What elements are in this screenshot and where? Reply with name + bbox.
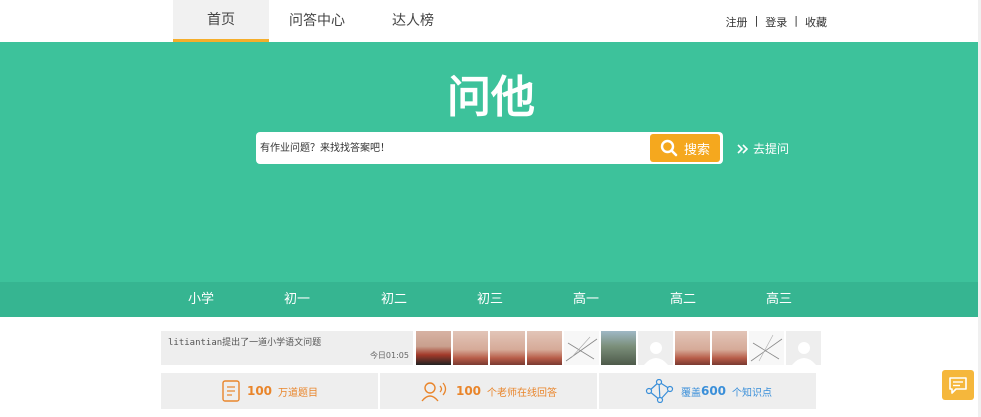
- stat-teachers-label: 个老师在线回答: [487, 387, 558, 399]
- stat-teachers: 100 个老师在线回答: [380, 373, 597, 409]
- question-thumbnail[interactable]: [712, 331, 747, 365]
- user-avatar-icon: [791, 342, 816, 365]
- person-speaking-icon: [421, 382, 447, 402]
- stat-questions: 100 万道题目: [161, 373, 378, 409]
- search-input[interactable]: [260, 138, 645, 158]
- geometry-diagram-icon: [750, 334, 783, 362]
- activity-time: 今日01:05: [369, 351, 409, 360]
- grade-primary[interactable]: 小学: [171, 282, 231, 317]
- activity-text: litiantian提出了一道小学语文问题: [168, 338, 322, 348]
- search-icon: [660, 139, 678, 157]
- grade-8[interactable]: 初二: [364, 282, 424, 317]
- link-separator: |: [794, 14, 798, 27]
- grade-12[interactable]: 高三: [749, 282, 809, 317]
- stat-knowledge-label: 个知识点: [732, 387, 773, 399]
- tab-home[interactable]: 首页: [173, 0, 269, 42]
- register-link[interactable]: 注册: [726, 14, 748, 30]
- stat-knowledge-prefix: 覆盖: [680, 387, 701, 399]
- user-avatar-icon: [643, 342, 668, 365]
- login-link[interactable]: 登录: [765, 14, 787, 30]
- ask-question-label: 去提问: [753, 142, 790, 156]
- grade-9[interactable]: 初三: [460, 282, 520, 317]
- stat-questions-number: 100: [246, 384, 273, 398]
- question-thumbnail[interactable]: [527, 331, 562, 365]
- double-chevron-right-icon: [737, 143, 749, 154]
- grade-7[interactable]: 初一: [267, 282, 327, 317]
- question-thumbnail[interactable]: [490, 331, 525, 365]
- question-thumbnail[interactable]: [416, 331, 451, 365]
- grade-10[interactable]: 高一: [556, 282, 616, 317]
- search-box: 搜索: [256, 132, 723, 164]
- tab-qa-center[interactable]: 问答中心: [269, 0, 365, 42]
- chat-widget-button[interactable]: [942, 370, 974, 400]
- question-thumbnails: [416, 331, 821, 365]
- network-icon: [645, 379, 674, 403]
- main-nav: 首页 问答中心 达人榜: [173, 0, 461, 42]
- grade-11[interactable]: 高二: [653, 282, 713, 317]
- stat-knowledge-number: 600: [700, 384, 727, 398]
- chat-bubble-icon: [949, 377, 967, 394]
- ask-question-link[interactable]: 去提问: [737, 140, 789, 157]
- question-thumbnail[interactable]: [675, 331, 710, 365]
- question-thumbnail[interactable]: [601, 331, 636, 365]
- hero-banner: 问他 搜索 去提问: [0, 42, 978, 282]
- question-thumbnail[interactable]: [453, 331, 488, 365]
- stat-teachers-number: 100: [455, 384, 482, 398]
- logo-text: 问他: [447, 72, 535, 120]
- search-button[interactable]: 搜索: [650, 134, 720, 162]
- latest-question-card[interactable]: litiantian提出了一道小学语文问题 今日01:05: [161, 331, 413, 365]
- avatar[interactable]: [638, 331, 673, 365]
- question-thumbnail[interactable]: [749, 331, 784, 365]
- question-thumbnail[interactable]: [564, 331, 599, 365]
- link-separator: |: [754, 14, 759, 27]
- top-navigation-bar: 首页 问答中心 达人榜 注册 | 登录 | 收藏: [0, 0, 981, 42]
- avatar[interactable]: [786, 331, 821, 365]
- geometry-diagram-icon: [565, 336, 598, 362]
- search-button-label: 搜索: [683, 142, 710, 158]
- site-logo: 问他: [447, 72, 535, 120]
- tab-leaderboard[interactable]: 达人榜: [365, 0, 461, 42]
- document-icon: [222, 380, 240, 402]
- stat-knowledge-points: 覆盖 600 个知识点: [599, 373, 816, 409]
- grade-bar: 小学 初一 初二 初三 高一 高二 高三: [0, 282, 978, 317]
- favorite-link[interactable]: 收藏: [805, 14, 827, 30]
- account-links: 注册 | 登录 | 收藏: [726, 14, 827, 30]
- stat-questions-label: 万道题目: [278, 387, 319, 399]
